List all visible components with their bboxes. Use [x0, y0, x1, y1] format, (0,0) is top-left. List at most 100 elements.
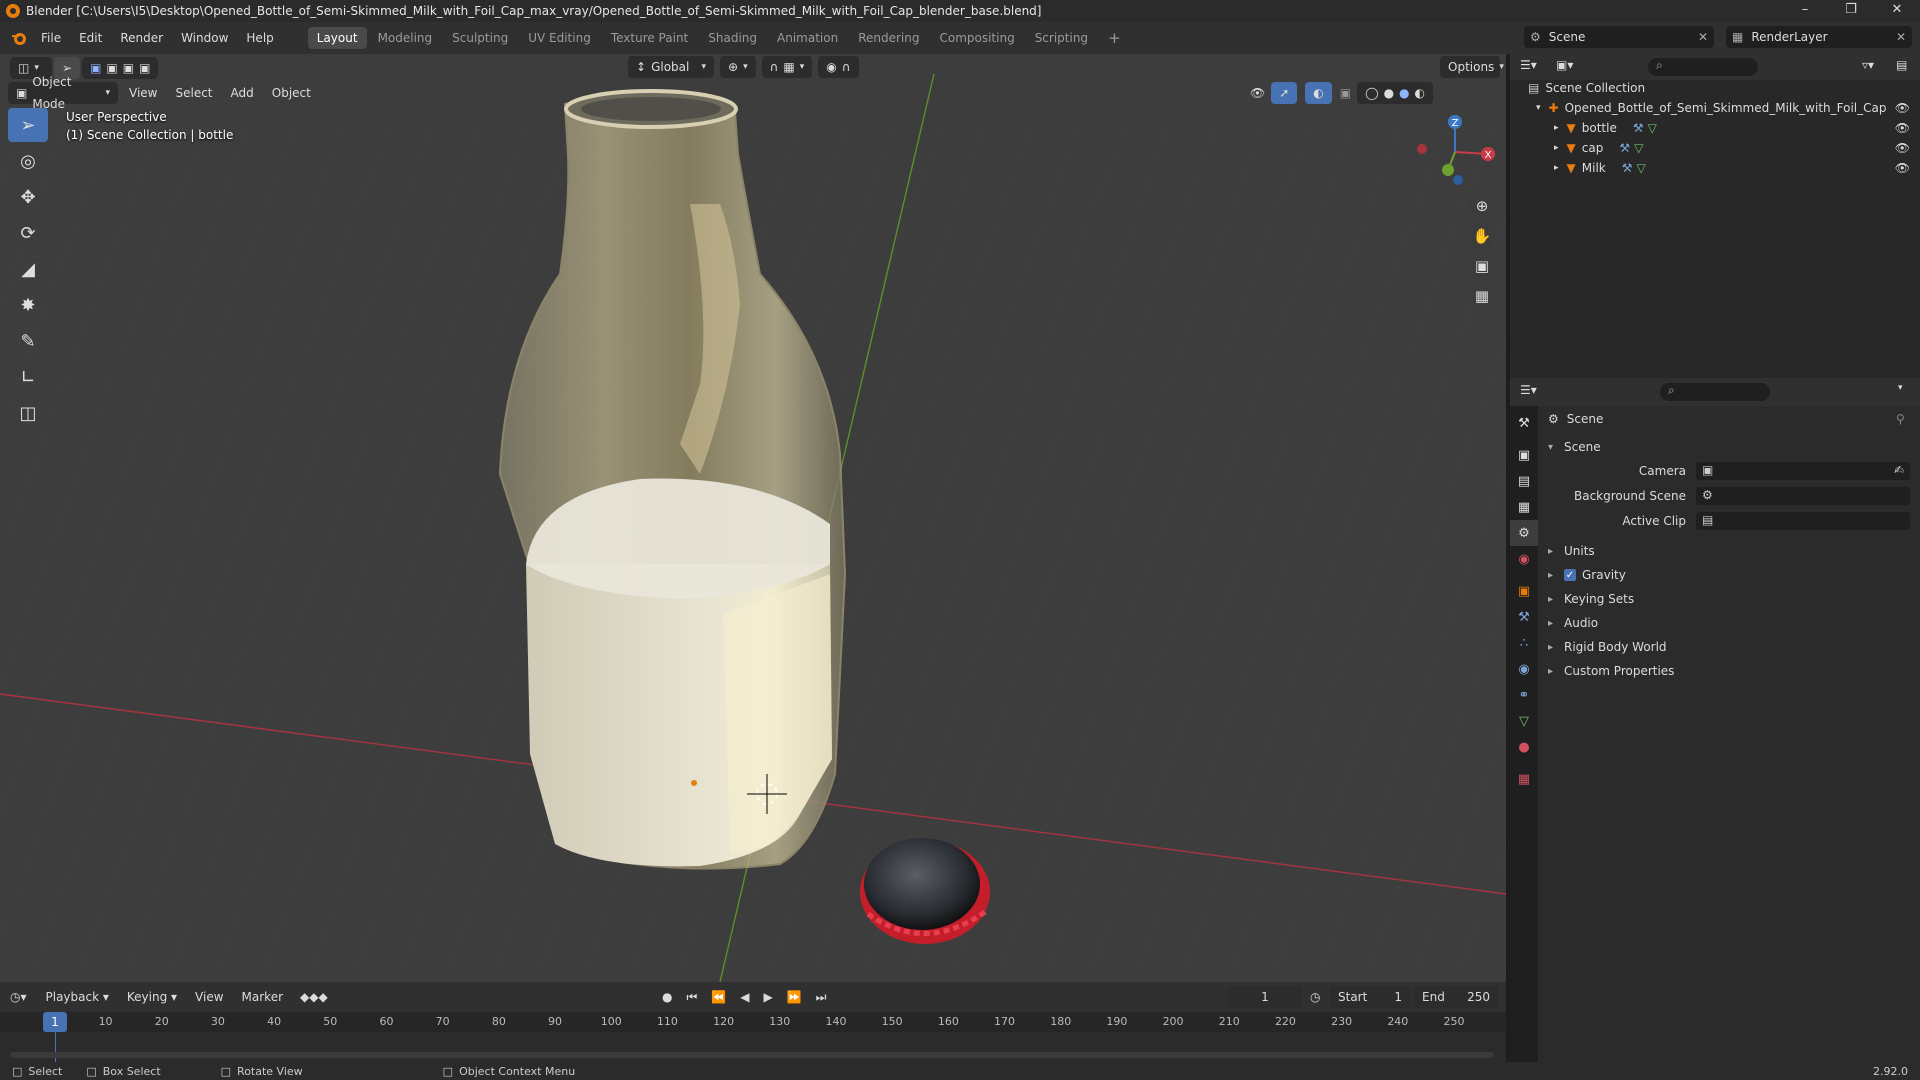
- expand-arrow-icon[interactable]: ▸: [1554, 163, 1559, 173]
- output-tab-icon[interactable]: ▤: [1510, 468, 1538, 494]
- properties-search-input[interactable]: ⌕: [1660, 383, 1770, 401]
- outliner-row-bottle[interactable]: ▸ ▼ bottle ⚒ ▽ 👁: [1510, 118, 1920, 138]
- viewport-menu-object[interactable]: Object: [263, 82, 320, 104]
- move-tool-icon[interactable]: ✥: [8, 180, 48, 214]
- tab-rendering[interactable]: Rendering: [849, 27, 928, 49]
- mesh-data-icon[interactable]: ▽: [1648, 121, 1657, 135]
- rotate-tool-icon[interactable]: ⟳: [8, 216, 48, 250]
- xray-icon[interactable]: ▣: [1340, 86, 1351, 100]
- navigation-gizmo[interactable]: Z X: [1410, 112, 1500, 192]
- particles-tab-icon[interactable]: ∴: [1510, 630, 1538, 656]
- object-data-tab-icon[interactable]: ▽: [1510, 708, 1538, 734]
- close-icon[interactable]: ✕: [1874, 0, 1920, 22]
- measure-tool-icon[interactable]: ∟: [8, 360, 48, 394]
- current-frame-field[interactable]: 1: [1228, 986, 1302, 1008]
- annotate-tool-icon[interactable]: ✎: [8, 324, 48, 358]
- pin-icon[interactable]: ⚲: [1896, 412, 1905, 426]
- outliner-row-scene-collection[interactable]: ▤ Scene Collection: [1510, 78, 1920, 98]
- timeline-menu-marker[interactable]: Marker: [233, 986, 292, 1008]
- select-tool-icon[interactable]: ➢: [8, 108, 48, 142]
- viewport-menu-view[interactable]: View: [120, 82, 166, 104]
- scale-tool-icon[interactable]: ◢: [8, 252, 48, 286]
- material-tab-icon[interactable]: ●: [1510, 734, 1538, 760]
- next-keyframe-icon[interactable]: ⏩: [787, 990, 802, 1004]
- tab-layout[interactable]: Layout: [307, 27, 367, 49]
- tool-tab-icon[interactable]: ⚒: [1510, 410, 1538, 436]
- blender-menu-icon[interactable]: [6, 25, 32, 51]
- zoom-icon[interactable]: ⊕: [1468, 192, 1496, 220]
- tab-animation[interactable]: Animation: [768, 27, 847, 49]
- 3d-viewport[interactable]: [0, 54, 1506, 982]
- tab-modeling[interactable]: Modeling: [369, 27, 442, 49]
- display-mode-icon[interactable]: ▣▾: [1556, 58, 1573, 72]
- outliner-row-collection[interactable]: ▾ ✚ Opened_Bottle_of_Semi_Skimmed_Milk_w…: [1510, 98, 1920, 118]
- keying-sets-panel-header[interactable]: ▸ Keying Sets: [1548, 592, 1634, 606]
- tab-shading[interactable]: Shading: [699, 27, 766, 49]
- scene-selector[interactable]: ⚙ Scene ✕: [1524, 26, 1714, 48]
- new-collection-icon[interactable]: ▤: [1896, 58, 1907, 72]
- world-tab-icon[interactable]: ◉: [1510, 546, 1538, 572]
- gravity-panel-header[interactable]: ▸ ✓ Gravity: [1548, 568, 1626, 582]
- physics-tab-icon[interactable]: ◉: [1510, 656, 1538, 682]
- texture-tab-icon[interactable]: ▦: [1510, 766, 1538, 792]
- tab-scripting[interactable]: Scripting: [1026, 27, 1097, 49]
- render-tab-icon[interactable]: ▣: [1510, 442, 1538, 468]
- jump-end-icon[interactable]: ⏭: [816, 990, 827, 1005]
- visibility-eye-icon[interactable]: 👁: [1895, 101, 1910, 115]
- gizmo-toggle-icon[interactable]: ➚: [1271, 82, 1298, 104]
- shading-modes[interactable]: ◯ ● ● ◐: [1357, 82, 1434, 104]
- modifier-wrench-icon[interactable]: ⚒: [1633, 121, 1644, 135]
- start-frame-field[interactable]: Start 1: [1330, 986, 1410, 1008]
- outliner-row-cap[interactable]: ▸ ▼ cap ⚒ ▽ 👁: [1510, 138, 1920, 158]
- keyframe-icon[interactable]: ◆◆◆: [300, 990, 328, 1004]
- add-workspace-icon[interactable]: +: [1099, 27, 1130, 49]
- orientation-dropdown[interactable]: ↕ Global ▾: [628, 56, 714, 78]
- timeline-menu-playback[interactable]: Playback ▾: [37, 986, 118, 1008]
- visibility-eye-icon[interactable]: 👁: [1895, 161, 1910, 175]
- cursor-tool-icon[interactable]: ◎: [8, 144, 48, 178]
- tab-uv-editing[interactable]: UV Editing: [519, 27, 600, 49]
- audio-panel-header[interactable]: ▸ Audio: [1548, 616, 1598, 630]
- record-icon[interactable]: ●: [662, 990, 672, 1004]
- timeline-menu-view[interactable]: View: [186, 986, 232, 1008]
- object-mode-dropdown[interactable]: ▣ Object Mode ▾: [8, 75, 118, 111]
- scene-tab-icon[interactable]: ⚙: [1510, 520, 1538, 546]
- view-layer-tab-icon[interactable]: ▦: [1510, 494, 1538, 520]
- properties-editor-icon[interactable]: ☰▾: [1520, 383, 1537, 397]
- prev-keyframe-icon[interactable]: ⏪: [711, 990, 726, 1004]
- tab-compositing[interactable]: Compositing: [930, 27, 1023, 49]
- gizmo-neg-x[interactable]: [1417, 144, 1427, 154]
- gizmo-y-axis[interactable]: [1442, 164, 1454, 176]
- restore-icon[interactable]: ❐: [1828, 0, 1874, 22]
- close-layer-icon[interactable]: ✕: [1896, 30, 1906, 44]
- viewport-menu-add[interactable]: Add: [222, 82, 263, 104]
- play-icon[interactable]: ▶: [763, 990, 772, 1004]
- pan-hand-icon[interactable]: ✋: [1468, 222, 1496, 250]
- constraints-tab-icon[interactable]: ⚭: [1510, 682, 1538, 708]
- timeline-menu-keying[interactable]: Keying ▾: [118, 986, 186, 1008]
- expand-arrow-icon[interactable]: ▸: [1554, 143, 1559, 153]
- mesh-data-icon[interactable]: ▽: [1637, 161, 1646, 175]
- pivot-dropdown[interactable]: ⊕ ▾: [720, 56, 756, 78]
- filter-icon[interactable]: ▿▾: [1862, 58, 1874, 72]
- add-cube-tool-icon[interactable]: ◫: [8, 396, 48, 430]
- milk-object[interactable]: [526, 478, 832, 867]
- visibility-eye-icon[interactable]: 👁: [1895, 121, 1910, 135]
- timeline-area[interactable]: 10 20 30 40 50 60 70 80 90 100 110 120 130 140 150 160 1…: [0, 1012, 1506, 1062]
- jump-start-icon[interactable]: ⏮: [686, 990, 697, 1005]
- camera-view-icon[interactable]: ▣: [1468, 252, 1496, 280]
- minimize-icon[interactable]: –: [1782, 0, 1828, 22]
- outliner-row-milk[interactable]: ▸ ▼ Milk ⚒ ▽ 👁: [1510, 158, 1920, 178]
- timeline-scrollbar[interactable]: [10, 1052, 1494, 1058]
- eyedropper-icon[interactable]: ✍: [1894, 463, 1904, 477]
- timeline-editor-icon[interactable]: ◷▾: [10, 990, 27, 1004]
- viewport-menu-select[interactable]: Select: [166, 82, 221, 104]
- menu-edit[interactable]: Edit: [70, 22, 111, 54]
- scene-panel-header[interactable]: ▾ Scene: [1548, 440, 1601, 454]
- end-frame-field[interactable]: End 250: [1414, 986, 1498, 1008]
- proportional-edit[interactable]: ◉ ∩: [818, 56, 859, 78]
- modifier-wrench-icon[interactable]: ⚒: [1619, 141, 1630, 155]
- mesh-data-icon[interactable]: ▽: [1634, 141, 1643, 155]
- background-scene-field[interactable]: ⚙: [1696, 487, 1910, 505]
- snap-toggle[interactable]: ∩ ▦ ▾: [761, 56, 813, 78]
